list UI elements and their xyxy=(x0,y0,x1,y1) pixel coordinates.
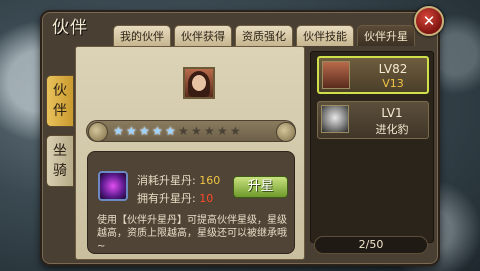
page-indicator: 2/50 xyxy=(314,236,428,254)
tab-partner-skills[interactable]: 伙伴技能 xyxy=(296,25,354,46)
tab-my-partners[interactable]: 我的伙伴 xyxy=(113,25,171,46)
owned-label: 拥有升星丹: xyxy=(137,192,196,205)
side-tab-mount[interactable]: 坐 骑 xyxy=(46,135,74,187)
star-filled-icon: ★ xyxy=(152,124,163,138)
star-empty-icon: ★ xyxy=(191,124,202,138)
side-tab-partner[interactable]: 伙 伴 xyxy=(46,75,74,127)
partner-thumb-icon xyxy=(322,61,350,89)
partner-vip: V13 xyxy=(382,77,404,90)
star-empty-icon: ★ xyxy=(178,124,189,138)
partner-card-selected[interactable]: LV82 V13 xyxy=(317,56,429,94)
partner-name: 进化豹 xyxy=(375,123,409,136)
star-filled-icon: ★ xyxy=(165,124,176,138)
tab-bar: 我的伙伴 伙伴获得 资质强化 伙伴技能 伙伴升星 xyxy=(113,25,415,46)
star-pill-item-icon[interactable] xyxy=(98,171,128,201)
close-button[interactable]: ✕ xyxy=(414,6,444,36)
tab-partner-acquire[interactable]: 伙伴获得 xyxy=(174,25,232,46)
star-empty-icon: ★ xyxy=(230,124,241,138)
cost-line: 消耗升星丹: 160 xyxy=(137,172,220,188)
star-filled-icon: ★ xyxy=(126,124,137,138)
partner-level: LV82 xyxy=(378,62,408,76)
star-empty-icon: ★ xyxy=(217,124,228,138)
tab-aptitude-enhance[interactable]: 资质强化 xyxy=(235,25,293,46)
cost-label: 消耗升星丹: xyxy=(137,174,196,187)
star-empty-icon: ★ xyxy=(204,124,215,138)
star-bar-left-orb-icon xyxy=(88,122,108,142)
window-title: 伙伴 xyxy=(52,18,88,38)
star-filled-icon: ★ xyxy=(139,124,150,138)
partner-portrait xyxy=(183,67,215,99)
star-up-button[interactable]: 升星 xyxy=(233,176,288,198)
partner-card[interactable]: LV1 进化豹 xyxy=(317,101,429,139)
cost-value: 160 xyxy=(199,174,221,187)
star-filled-icon: ★ xyxy=(113,124,124,138)
close-icon: ✕ xyxy=(422,12,436,30)
tab-partner-star-up[interactable]: 伙伴升星 xyxy=(357,25,415,46)
owned-line: 拥有升星丹: 10 xyxy=(137,190,213,206)
star-bar-right-orb-icon xyxy=(276,122,296,142)
star-up-description: 使用【伙伴升星丹】可提高伙伴星级，星级越高，资质上限越高，星级还可以被继承哦~ xyxy=(97,215,287,252)
owned-value: 10 xyxy=(199,192,214,205)
leopard-thumb-icon xyxy=(321,105,349,133)
partner-level: LV1 xyxy=(381,106,403,120)
